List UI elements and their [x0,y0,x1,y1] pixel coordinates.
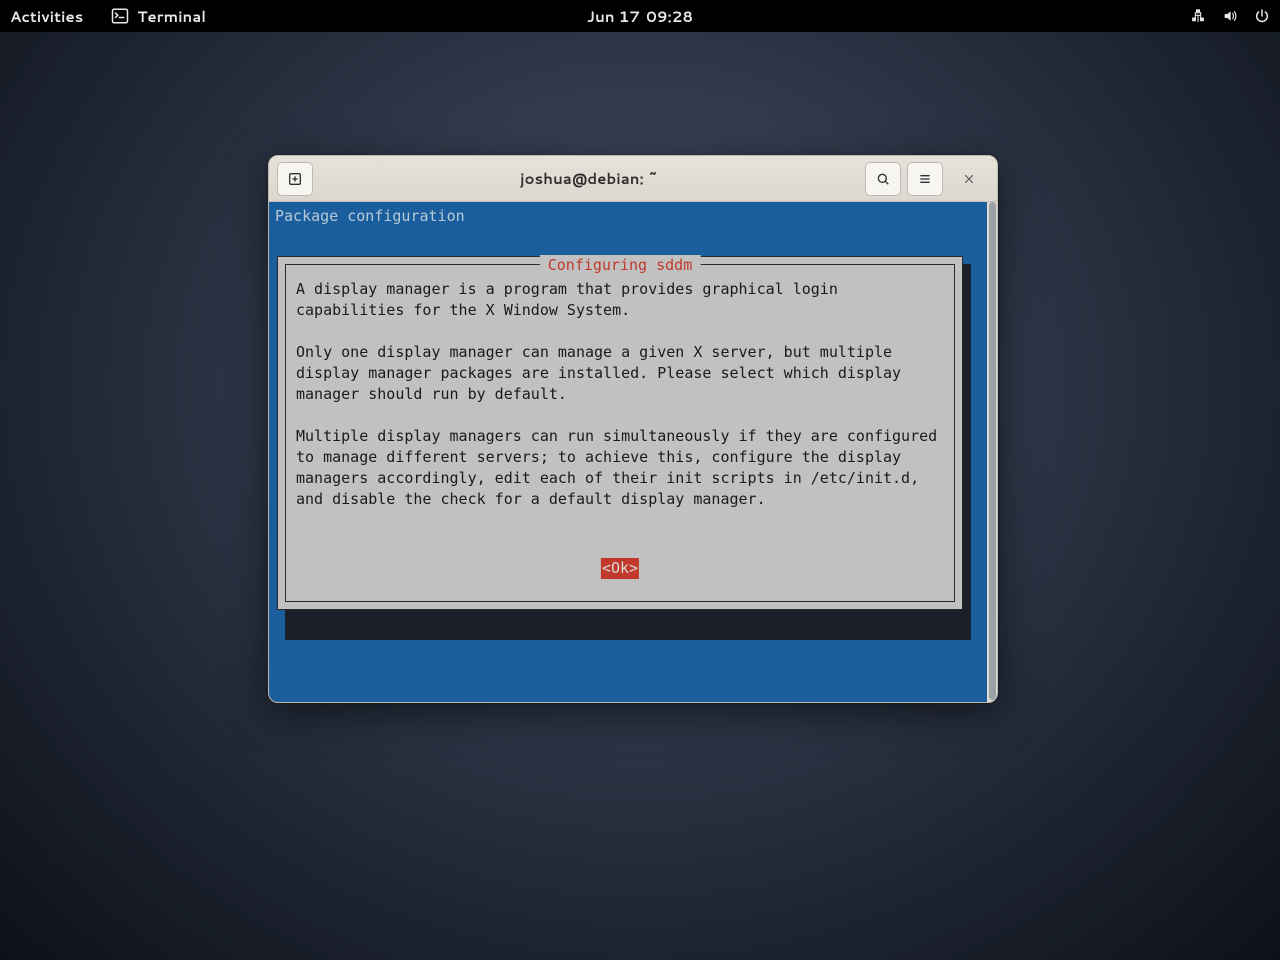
terminal-icon [111,7,129,25]
app-name-label: Terminal [137,6,206,27]
dialog-title: Configuring sddm [542,255,699,276]
volume-icon [1222,8,1238,24]
activities-button[interactable]: Activities [10,6,83,27]
terminal-window: joshua@debian: ~ Package configuration C… [268,155,998,703]
window-titlebar[interactable]: joshua@debian: ~ [269,156,997,202]
clock-time: 09:28 [646,6,693,27]
terminal-scrollbar[interactable] [987,202,997,702]
window-title: joshua@debian: ~ [319,168,859,189]
network-icon [1190,8,1206,24]
terminal-viewport[interactable]: Package configuration Configuring sddm A… [269,202,987,702]
new-tab-button[interactable] [277,162,313,196]
hamburger-menu-button[interactable] [907,162,943,196]
search-button[interactable] [865,162,901,196]
dialog-body: A display manager is a program that prov… [296,279,944,510]
clock-date: Jun 17 [587,6,640,27]
close-button[interactable] [949,156,989,202]
package-config-header: Package configuration [275,206,981,227]
scrollbar-thumb[interactable] [989,202,996,700]
gnome-topbar: Activities Terminal Jun 17 09:28 [0,0,1280,32]
dialog-title-wrap: Configuring sddm [540,255,701,276]
debconf-dialog: Configuring sddm A display manager is a … [277,256,963,610]
power-icon [1254,8,1270,24]
clock[interactable]: Jun 17 09:28 [587,6,693,27]
ok-button[interactable]: <Ok> [601,558,639,579]
app-menu[interactable]: Terminal [111,6,206,27]
system-status-area[interactable] [1190,8,1270,24]
